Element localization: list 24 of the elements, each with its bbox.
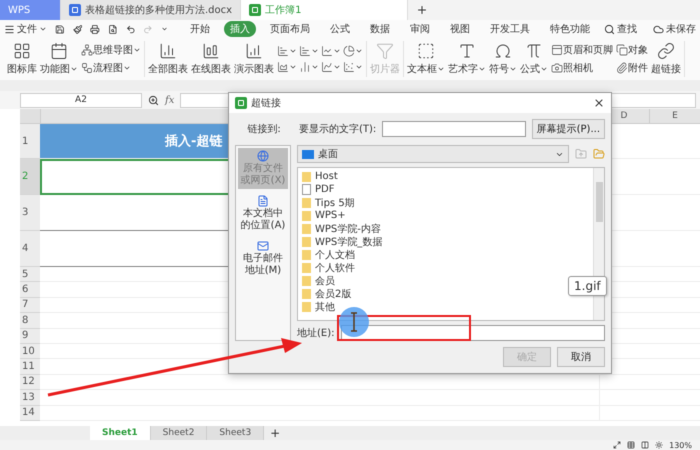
file-name: Host (315, 171, 338, 182)
tab-label: 表格超链接的多种使用方法.docx (85, 4, 232, 17)
display-text-label: 要显示的文字(T): (299, 122, 376, 136)
link-type-label: 本文档中的位置(A) (240, 208, 286, 232)
file-name: 个人文档 (315, 248, 355, 262)
tab-label: 工作簿1 (265, 4, 302, 17)
file-name: WPS学院-内容 (315, 222, 381, 236)
link-to-label: 链接到: (246, 122, 282, 136)
file-name: 其他 (315, 300, 335, 314)
tab-label: WPS (8, 4, 30, 16)
link-type-label: 原有文件或网页(X) (240, 163, 286, 187)
file-tooltip: 1.gif (568, 276, 607, 296)
file-name: 会员 (315, 274, 335, 288)
file-name: 个人软件 (315, 262, 355, 274)
file-name: 会员2版 (315, 288, 352, 300)
file-name: WPS学院_数据 (315, 236, 382, 248)
file-name: Tips 5期 (315, 196, 355, 210)
dialog-title: 超链接 (251, 96, 281, 110)
link-type-label: 电子邮件地址(M) (242, 253, 284, 277)
address-label: 地址(E): (297, 326, 334, 340)
file-name: PDF (315, 184, 334, 195)
folder-name: 桌面 (318, 148, 338, 161)
file-name: WPS+ (315, 210, 346, 221)
title-text: 插入-超链 (164, 132, 222, 150)
